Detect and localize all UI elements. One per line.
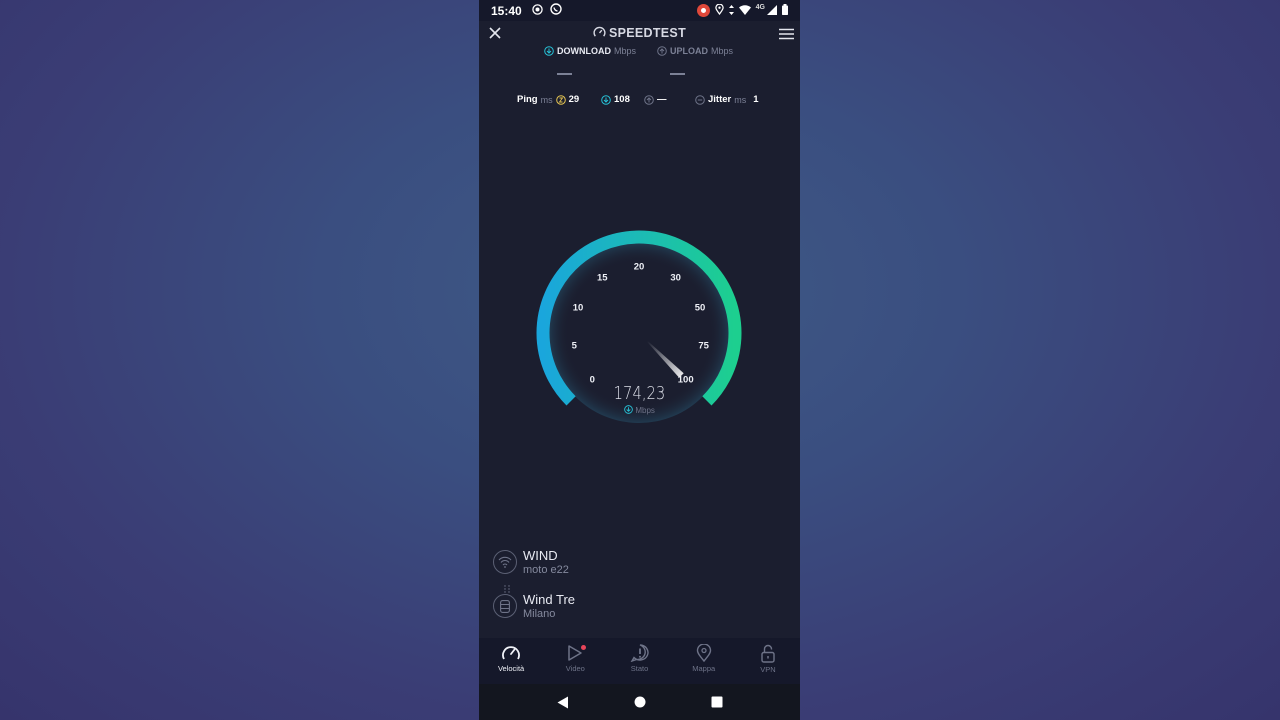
battery-icon [782, 3, 788, 18]
download-icon [624, 405, 633, 414]
provider-name: WIND [523, 548, 558, 563]
ping-label: Ping [517, 94, 538, 105]
tab-upload[interactable]: UPLOAD Mbps [657, 46, 733, 56]
gauge-svg [536, 230, 742, 423]
server-icon [493, 594, 517, 618]
nav-video[interactable]: Video [543, 638, 607, 684]
ping-download-value: 108 [614, 94, 630, 105]
speed-value: 174,23 [613, 383, 666, 404]
network-type: 4G [755, 4, 765, 11]
ping-download-stat: 108 [601, 94, 630, 105]
upload-label: UPLOAD [670, 46, 708, 56]
speedometer-logo-icon [593, 26, 606, 37]
jitter-icon [695, 94, 705, 105]
back-icon[interactable] [557, 696, 569, 709]
nav-label: VPN [760, 665, 776, 674]
data-arrows-icon [728, 4, 734, 18]
location-icon [714, 2, 724, 18]
status-bar: 15:40 4G [479, 0, 800, 21]
jitter-value: 1 [753, 94, 759, 105]
upload-value-placeholder [670, 73, 685, 75]
brand-text: SPEEDTEST [608, 26, 687, 40]
record-icon [696, 4, 710, 17]
nav-label: Velocità [497, 664, 525, 673]
speed-unit-row: Mbps [479, 405, 800, 415]
download-ping-icon [601, 94, 611, 105]
recents-icon[interactable] [711, 696, 723, 708]
nav-mappa[interactable]: Mappa [672, 638, 736, 684]
menu-icon[interactable] [779, 27, 795, 41]
nav-label: Stato [630, 664, 649, 673]
phone-screen: 15:40 4G SPEEDTEST DOWNLOAD Mbps UPLOAD … [479, 0, 800, 720]
map-pin-icon [696, 644, 711, 662]
gauge-tick-label: 50 [694, 302, 706, 314]
app-brand: SPEEDTEST [479, 26, 800, 40]
wifi-icon [493, 550, 517, 574]
notification-dot [581, 645, 587, 650]
wifi-icon [738, 4, 751, 18]
nav-stato[interactable]: Stato [607, 638, 671, 684]
gauge-tick-label: 5 [571, 340, 577, 352]
download-value-placeholder [557, 73, 572, 75]
ping-upload-value: — [657, 94, 667, 105]
bottom-nav: Velocità Video Stato Mappa VPN [479, 638, 800, 684]
ping-idle-value: 29 [568, 94, 580, 105]
speed-gauge: 0 5 10 15 20 30 50 75 100 [479, 200, 800, 440]
ping-idle-icon [555, 94, 566, 105]
gauge-tick-label: 20 [633, 261, 645, 273]
whatsapp-icon [550, 3, 562, 18]
screen-record-icon [531, 3, 543, 18]
upload-icon [657, 46, 667, 56]
app-header: SPEEDTEST [479, 22, 800, 46]
result-tabs: DOWNLOAD Mbps UPLOAD Mbps [479, 46, 800, 76]
jitter-stat: Jitter ms 1 [695, 94, 759, 105]
connection-dots [504, 580, 510, 593]
download-unit: Mbps [614, 46, 637, 56]
alert-icon [630, 644, 649, 662]
provider-info[interactable]: WIND moto e22 [493, 548, 753, 580]
nav-label: Video [565, 664, 585, 673]
upload-ping-icon [644, 94, 654, 105]
system-nav-bar [479, 684, 800, 720]
download-icon [544, 46, 554, 56]
upload-unit: Mbps [711, 46, 734, 56]
device-name: moto e22 [523, 564, 569, 576]
nav-label: Mappa [692, 664, 716, 673]
ping-upload-stat: — [644, 94, 667, 105]
speedometer-icon [502, 646, 520, 660]
server-info[interactable]: Wind Tre Milano [493, 592, 753, 624]
gauge-tick-label: 10 [572, 302, 584, 314]
gauge-tick-label: 75 [698, 340, 709, 352]
home-icon[interactable] [634, 696, 646, 708]
ping-stats-row: Ping ms 29 108 — Jitter ms 1 [479, 94, 800, 108]
jitter-unit: ms [734, 94, 747, 105]
nav-vpn[interactable]: VPN [736, 638, 800, 684]
status-time: 15:40 [491, 3, 522, 18]
jitter-label: Jitter [708, 94, 732, 105]
ping-stat: Ping ms 29 [517, 94, 579, 105]
download-label: DOWNLOAD [557, 46, 611, 56]
nav-velocita[interactable]: Velocità [479, 638, 543, 684]
server-name: Wind Tre [523, 592, 576, 607]
lock-open-icon [761, 644, 775, 663]
server-city: Milano [523, 608, 556, 620]
ping-unit: ms [540, 94, 553, 105]
tab-download[interactable]: DOWNLOAD Mbps [544, 46, 636, 56]
speed-unit: Mbps [635, 406, 655, 415]
gauge-tick-label: 15 [597, 272, 608, 284]
signal-icon [767, 4, 777, 18]
gauge-tick-label: 30 [670, 272, 681, 284]
